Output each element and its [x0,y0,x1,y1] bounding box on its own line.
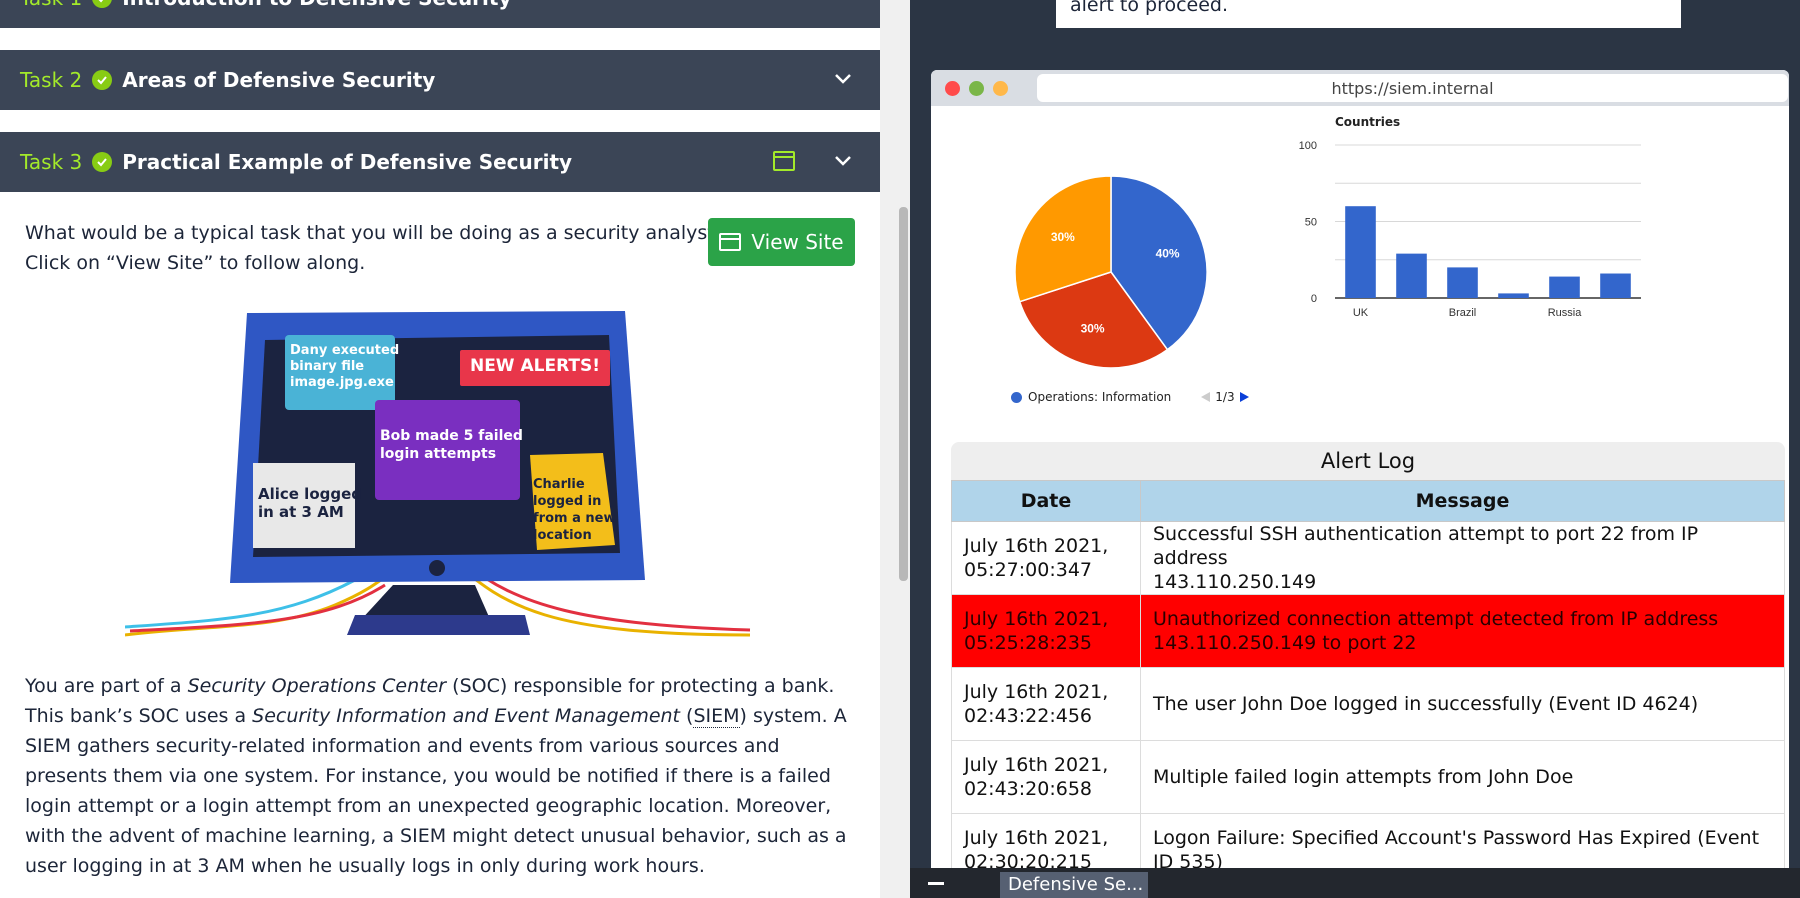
alert-message: Successful SSH authentication attempt to… [1140,521,1785,595]
bar-chart: 050100UKUSBrazilChinaRussiaN. Korea [1299,140,1641,319]
task-1-header[interactable]: Task 1 Introduction to Defensive Securit… [0,0,880,28]
siem-browser-window: https://siem.internal 40% 30% 30% Operatio… [931,70,1789,870]
table-row[interactable]: July 16th 2021, 05:25:28:235 Unauthorized… [951,594,1785,668]
alert-log-panel: Alert Log Date Message July 16th 2021, 05… [951,442,1785,870]
task-3-header[interactable]: Task 3 Practical Example of Defensive Se… [0,132,880,192]
y-tick-label: 0 [1311,293,1317,305]
task-2-header[interactable]: Task 2 Areas of Defensive Security [0,50,880,110]
bar [1396,253,1427,298]
check-icon [92,152,113,172]
bar-chart-title: Countries [1335,115,1401,129]
instruction-tooltip: alert to proceed. [1056,0,1681,28]
minimize-window-icon[interactable] [993,81,1008,96]
task-1-number: Task 1 [20,0,82,10]
pie-slice-label: 30% [1051,230,1075,244]
pie-slice-label: 30% [1081,322,1105,336]
alert-date: July 16th 2021, 02:43:22:456 [951,667,1141,741]
x-tick-label: UK [1353,307,1369,319]
task-3-title: Practical Example of Defensive Security [122,150,573,174]
chevron-down-icon[interactable] [832,68,854,90]
y-tick-label: 50 [1305,217,1317,229]
table-row[interactable]: July 16th 2021, 05:27:00:347 Successful S… [951,521,1785,595]
alert-note-dany: Dany executed binary file image.jpg.exe [290,343,400,390]
task-2-title: Areas of Defensive Security [122,68,436,92]
table-row[interactable]: July 16th 2021, 02:43:22:456 The user Joh… [951,667,1785,741]
bar [1498,293,1529,298]
bar [1447,267,1478,298]
table-row[interactable]: July 16th 2021, 02:43:20:658 Multiple fai… [951,740,1785,814]
taskbar: Defensive Se... [910,868,1800,898]
view-site-button[interactable]: View Site [708,218,855,266]
check-icon [92,70,113,90]
next-page-icon[interactable] [1239,391,1251,403]
alert-date: July 16th 2021, 05:27:00:347 [951,521,1141,595]
alert-date: July 16th 2021, 02:30:20:215 [951,813,1141,870]
taskbar-tab[interactable]: Defensive Se... [1000,872,1148,898]
view-site-label: View Site [751,230,844,254]
maximize-window-icon[interactable] [969,81,984,96]
alert-date: July 16th 2021, 05:25:28:235 [951,594,1141,668]
bar [1600,273,1631,298]
task-1-title: Introduction to Defensive Security [122,0,511,10]
x-tick-label: Russia [1548,307,1583,319]
new-alerts-banner: NEW ALERTS! [469,356,601,376]
browser-toolbar: https://siem.internal [931,70,1789,106]
siem-monitor-illustration [125,311,751,637]
split-view-icon[interactable] [772,150,796,172]
alert-date: July 16th 2021, 02:43:20:658 [951,740,1141,814]
alert-log-title: Alert Log [1320,449,1416,473]
legend-dot-icon [1011,391,1022,403]
y-tick-label: 100 [1299,140,1317,152]
alert-message: The user John Doe logged in successfully… [1140,667,1785,741]
task-3-number: Task 3 [20,150,83,174]
prev-page-icon[interactable] [1199,391,1211,403]
alert-note-charlie: Charlie logged in from a new location [533,477,616,543]
minimize-panel-icon[interactable] [928,882,944,885]
check-icon [92,0,113,8]
table-row[interactable]: July 16th 2021, 02:30:20:215 Logon Failur… [951,813,1785,870]
alert-message: Unauthorized connection attempt detected… [1140,594,1785,668]
pie-slice-label: 40% [1156,247,1180,261]
url-bar[interactable]: https://siem.internal [1037,74,1788,102]
pie-pager: 1/3 [1215,390,1235,404]
pie-chart: 40% 30% 30% [1014,175,1208,369]
bar [1345,206,1376,298]
task-2-number: Task 2 [20,68,83,92]
alert-note-bob: Bob made 5 failed login attempts [380,428,523,462]
alert-message: Logon Failure: Specified Account's Passw… [1140,813,1785,870]
x-tick-label: Brazil [1449,307,1477,319]
soc-description-paragraph: You are part of a Security Operations Ce… [25,675,847,877]
message-column-header: Message [1140,480,1785,522]
bar [1549,276,1580,298]
alert-log-table: Date Message July 16th 2021, 05:27:00:347… [951,480,1785,870]
task-question-line-1: What would be a typical task that you wi… [25,222,725,244]
window-icon [719,233,742,251]
alert-note-alice: Alice logged in at 3 AM [258,485,363,521]
date-column-header: Date [951,480,1141,522]
pie-legend: Operations: Information 1/3 [1011,390,1251,404]
alert-message: Multiple failed login attempts from John… [1140,740,1785,814]
chevron-down-icon[interactable] [832,150,854,172]
scrollbar-thumb[interactable] [899,207,908,581]
task-question-line-2: Click on “View Site” to follow along. [25,252,366,274]
task-pane: Task 1 Introduction to Defensive Securit… [0,0,880,898]
pie-legend-label: Operations: Information [1028,390,1172,404]
close-window-icon[interactable] [945,81,960,96]
